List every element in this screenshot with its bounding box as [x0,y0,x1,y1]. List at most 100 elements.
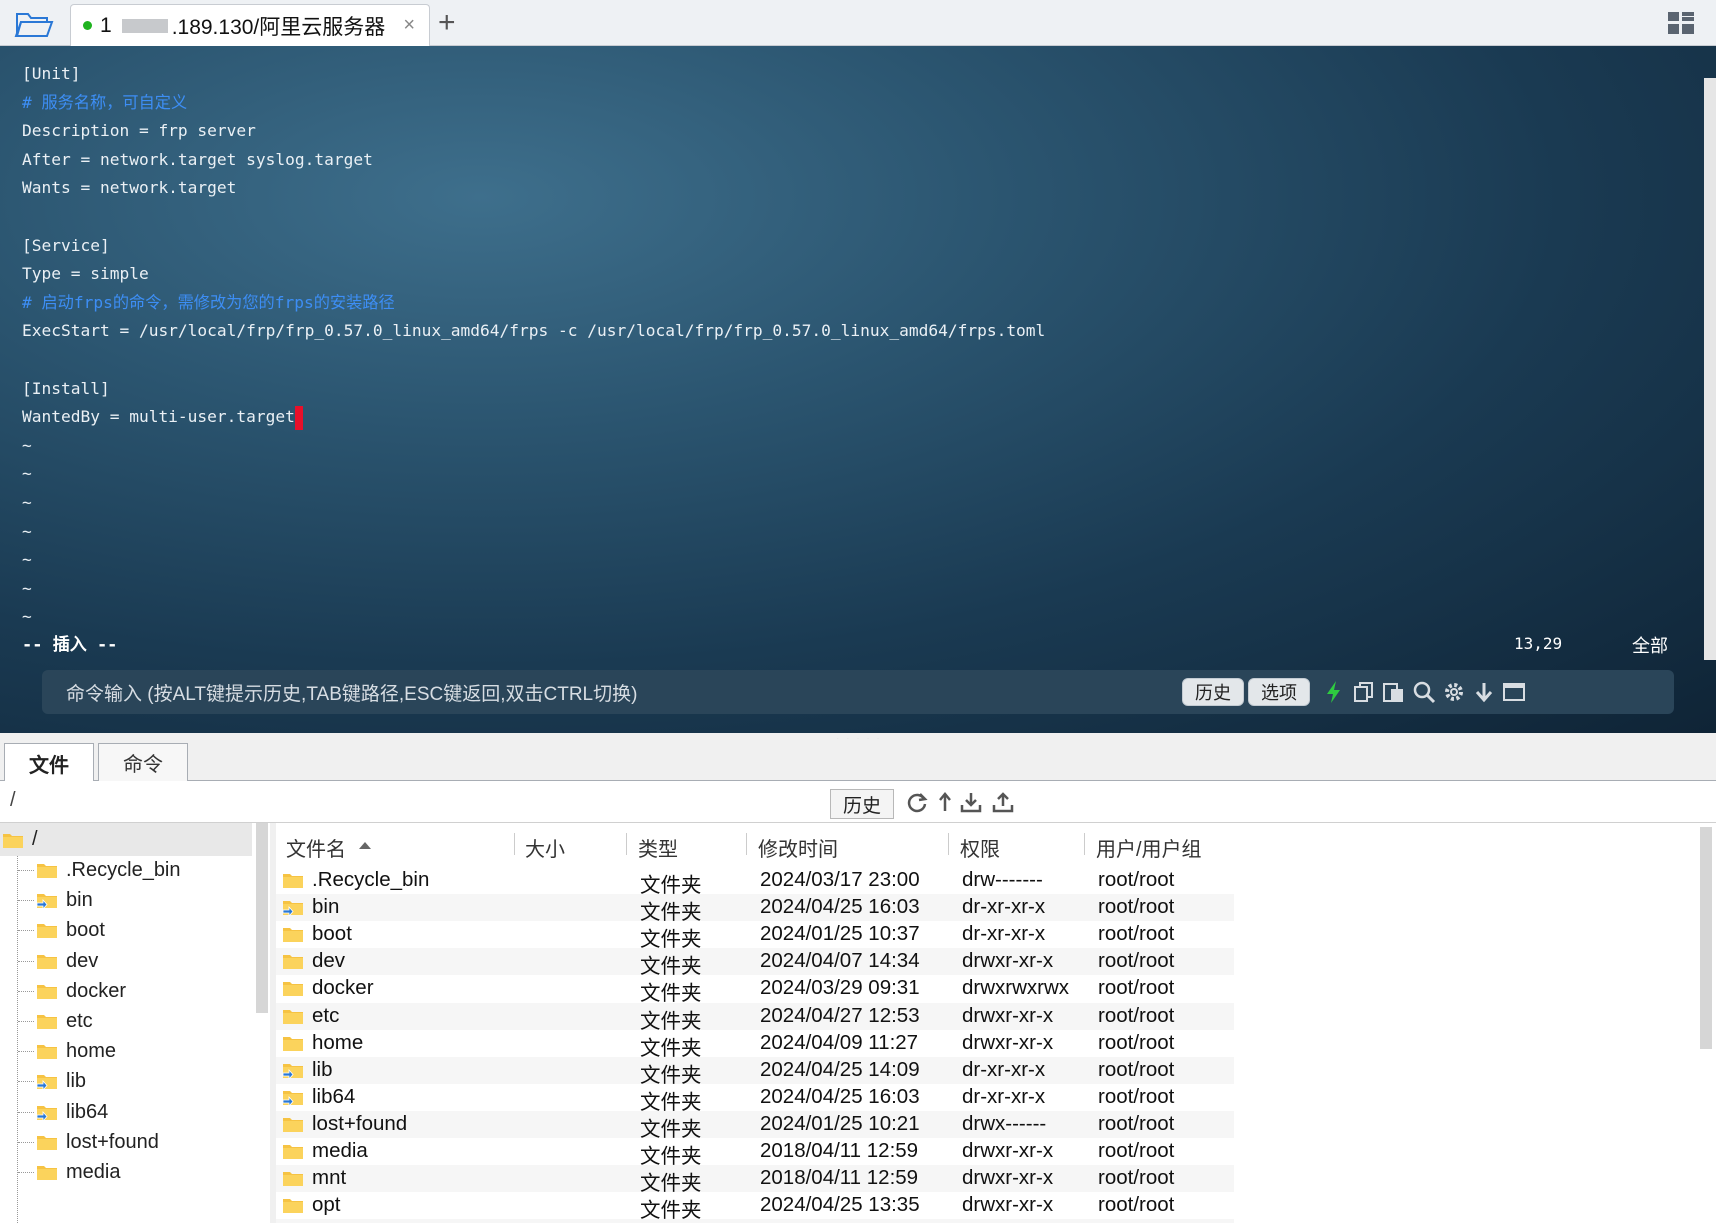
tree-item-root[interactable]: / [0,823,252,856]
terminal-line-text: ~ [22,607,32,627]
folder-icon [283,982,303,997]
file-row[interactable]: .Recycle_bin 文件夹 2024/03/17 23:00 drw------… [276,867,1234,897]
column-separator [948,833,949,855]
scroll-scope: 全部 [1632,636,1668,656]
column-permissions[interactable]: 权限 [960,833,1000,862]
file-row[interactable]: mnt 文件夹 2018/04/11 12:59 drwxr-xr-x root/roo… [276,1165,1234,1195]
file-owner-cell: root/root [1098,1111,1175,1135]
tree-item[interactable]: bin [0,884,258,917]
file-name-cell: lost+found [312,1111,408,1135]
tree-item[interactable]: .Recycle_bin [0,854,258,887]
file-row[interactable]: lib 文件夹 2024/04/25 14:09 dr-xr-xr-x root/roo… [276,1056,1234,1087]
tree-item[interactable]: lib [0,1065,258,1098]
file-owner-cell: root/root [1098,1003,1175,1027]
tree-item[interactable]: lib64 [0,1096,258,1129]
file-permissions-cell: dr-xr-xr-x [962,1057,1046,1081]
directory-tree[interactable]: / .Recycle_bin bin boot dev docker etc home lib l… [0,823,270,1223]
file-row[interactable]: media 文件夹 2018/04/11 12:59 drwxr-xr-x root/r… [276,1138,1234,1168]
lightning-icon[interactable] [1322,680,1346,704]
column-separator [514,833,515,855]
file-mtime-cell: 2024/04/25 16:03 [760,1084,920,1108]
folder-icon [283,1172,303,1187]
file-list[interactable]: 文件名 大小 类型 修改时间 权限 用户/用户组 .Recycle_bin 文件夹… [276,823,1716,1223]
file-row[interactable]: lib64 文件夹 2024/04/25 16:03 dr-xr-xr-x root/r… [276,1084,1234,1114]
tab-files[interactable]: 文件 [4,743,94,782]
terminal-line-text: ExecStart = /usr/local/frp/frp_0.57.0_li… [22,321,1046,341]
terminal-line: [Unit] [22,60,1045,89]
terminal-line-text: # 启动frps的命令，需修改为您的frps的安装路径 [22,292,395,312]
path-history-button[interactable]: 历史 [830,789,894,819]
file-owner-cell: root/root [1098,949,1175,973]
upload-icon[interactable] [992,791,1014,813]
column-name[interactable]: 文件名 [286,833,346,862]
session-tab[interactable]: 1 .189.130/阿里云服务器 × [70,4,430,46]
file-owner-cell: root/root [1098,1030,1175,1054]
terminal-line: [Service] [22,232,1045,261]
file-owner-cell: root/root [1098,895,1175,919]
command-input-bar[interactable]: 命令输入 (按ALT键提示历史,TAB键路径,ESC键返回,双击CTRL切换) … [42,670,1674,714]
folder-icon [37,1135,57,1150]
column-type[interactable]: 类型 [638,833,678,862]
download-arrow-icon[interactable] [1472,680,1496,704]
command-input-placeholder[interactable]: 命令输入 (按ALT键提示历史,TAB键路径,ESC键返回,双击CTRL切换) [66,679,637,706]
command-options-button[interactable]: 选项 [1248,678,1310,706]
tree-item[interactable]: lost+found [0,1126,258,1159]
gear-icon[interactable] [1442,680,1466,704]
open-folder-icon[interactable] [14,8,54,38]
new-tab-button[interactable]: + [438,6,456,40]
tree-item-label: lib [66,1070,87,1093]
tree-guide-branch [18,870,34,871]
file-list-scrollbar[interactable] [1700,827,1712,1049]
copy-icon[interactable] [1352,680,1376,704]
current-path-input[interactable]: / [10,789,16,812]
terminal-line: Type = simple [22,260,1045,289]
file-row[interactable]: dev 文件夹 2024/04/07 14:34 drwxr-xr-x root/roo… [276,948,1234,978]
tree-guide-branch [18,930,34,932]
folder-icon [283,955,303,970]
tree-item[interactable]: etc [0,1005,258,1038]
file-row[interactable]: etc 文件夹 2024/04/27 12:53 drwxr-xr-x root/roo… [276,1002,1234,1033]
tree-item[interactable]: media [0,1156,258,1189]
close-tab-icon[interactable]: × [403,14,415,37]
terminal-line-text: # 服务名称，可自定义 [22,92,188,112]
file-mtime-cell: 2018/04/11 12:59 [760,1139,919,1162]
terminal-line-text: After = network.target syslog.target [22,149,373,169]
file-row[interactable]: lost+found 文件夹 2024/01/25 10:21 drwx------ r… [276,1110,1234,1141]
file-mtime-cell: 2024/04/25 13:35 [760,1193,920,1217]
file-row[interactable]: opt 文件夹 2024/04/25 13:35 drwxr-xr-x root/roo… [276,1192,1234,1222]
terminal-scrollbar[interactable] [1704,78,1716,660]
folder-icon [37,1015,57,1029]
column-owner[interactable]: 用户/用户组 [1096,833,1202,862]
file-row[interactable]: docker 文件夹 2024/03/29 09:31 drwxrwxrwx root/… [276,975,1234,1005]
tree-item[interactable]: dev [0,945,258,978]
file-row[interactable]: bin 文件夹 2024/04/25 16:03 dr-xr-xr-x root/roo… [276,894,1234,924]
file-owner-cell: root/root [1098,1084,1175,1108]
window-icon[interactable] [1502,680,1526,704]
text-cursor [294,405,303,430]
file-row[interactable]: home 文件夹 2024/04/09 11:27 drwxr-xr-x root/ro… [276,1030,1234,1060]
folder-link-icon [36,1075,57,1091]
file-row[interactable]: boot 文件夹 2024/01/25 10:37 dr-xr-xr-x root/ro… [276,921,1234,951]
search-icon[interactable] [1412,680,1436,704]
tree-scrollbar[interactable] [256,823,268,1013]
command-history-button[interactable]: 历史 [1182,678,1244,706]
tree-item[interactable]: docker [0,975,258,1008]
column-size[interactable]: 大小 [525,833,565,862]
refresh-icon[interactable] [906,791,928,813]
file-name-cell: .Recycle_bin [312,868,430,891]
layout-grid-icon[interactable] [1668,12,1694,34]
tree-item[interactable]: boot [0,914,258,947]
download-icon[interactable] [960,791,982,813]
file-mtime-cell: 2024/01/25 10:37 [760,922,920,946]
paste-icon[interactable] [1382,680,1406,704]
terminal-pane[interactable]: [Unit] # 服务名称，可自定义 Description = frp serve… [0,46,1716,733]
column-mtime[interactable]: 修改时间 [758,833,838,862]
terminal-line: ~ [22,489,1045,518]
up-icon[interactable] [936,791,958,813]
tree-item-label: boot [66,919,105,942]
tree-guide-branch [18,1051,34,1053]
tree-item[interactable]: home [0,1035,258,1068]
tab-commands[interactable]: 命令 [98,743,188,781]
file-row[interactable]: patch文件夹2024/03/17 23:01drwxr-xr-xroot/r… [276,1219,1234,1223]
terminal-line-text: ~ [22,550,32,570]
